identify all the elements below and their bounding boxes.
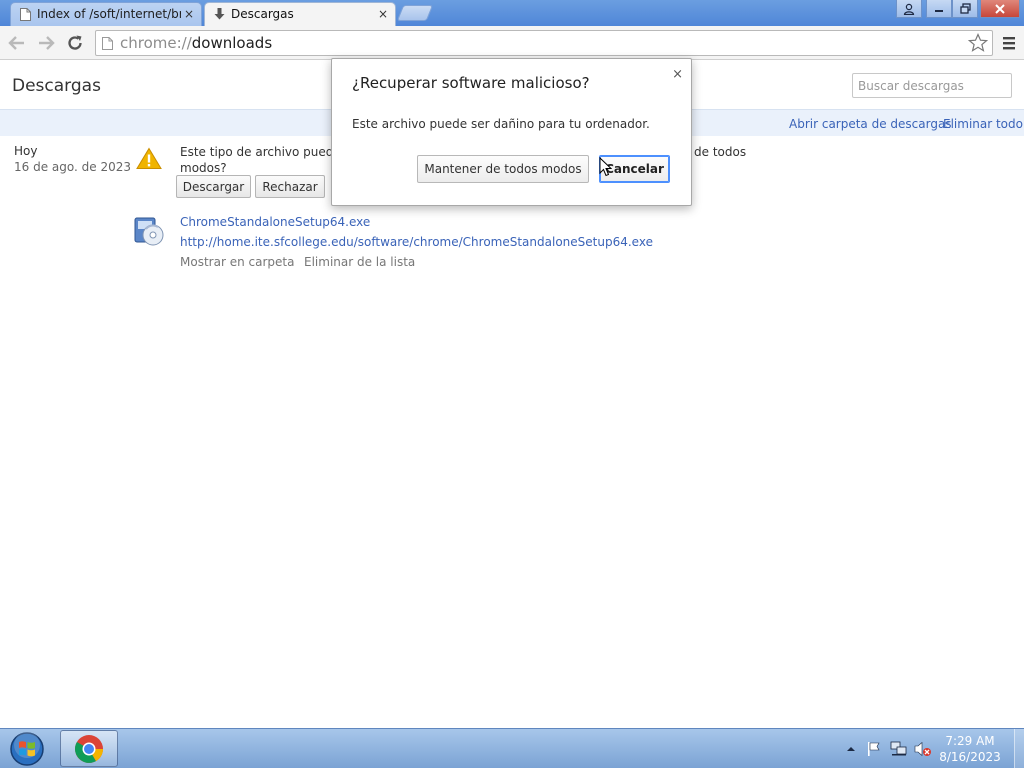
taskbar: 7:29 AM 8/16/2023 bbox=[0, 728, 1024, 768]
back-arrow-icon bbox=[8, 36, 24, 50]
page-title: Descargas bbox=[12, 76, 101, 96]
tab-title: Index of /soft/internet/bro bbox=[37, 7, 181, 21]
keep-anyway-button[interactable]: Mantener de todos modos bbox=[417, 155, 589, 183]
dialog-close-icon[interactable]: × bbox=[672, 67, 683, 82]
minimize-icon bbox=[935, 9, 943, 12]
show-hidden-icons-icon[interactable] bbox=[846, 744, 856, 754]
url-scheme: chrome:// bbox=[120, 34, 192, 52]
forward-button[interactable] bbox=[35, 32, 57, 54]
back-button[interactable] bbox=[6, 32, 28, 54]
download-button[interactable]: Descargar bbox=[176, 175, 251, 198]
clock-time: 7:29 AM bbox=[945, 734, 995, 748]
new-tab-button[interactable] bbox=[396, 5, 434, 21]
date-full: 16 de ago. de 2023 bbox=[14, 160, 131, 174]
reload-button[interactable] bbox=[64, 32, 86, 54]
person-icon bbox=[903, 3, 915, 15]
download-arrow-icon bbox=[214, 8, 225, 20]
warning-text-line2: modos? bbox=[180, 161, 227, 175]
chrome-logo-icon bbox=[75, 735, 103, 763]
reload-icon bbox=[68, 35, 82, 50]
user-button[interactable] bbox=[896, 0, 922, 18]
taskbar-clock[interactable]: 7:29 AM 8/16/2023 bbox=[930, 733, 1010, 765]
network-icon[interactable] bbox=[890, 741, 908, 757]
date-label: Hoy bbox=[14, 144, 38, 158]
dialog-title: ¿Recuperar software malicioso? bbox=[352, 74, 590, 92]
document-icon bbox=[20, 8, 31, 21]
warning-text-tail: de todos bbox=[694, 145, 747, 159]
page-icon bbox=[102, 37, 113, 50]
dialog-message: Este archivo puede ser dañino para tu or… bbox=[352, 117, 650, 131]
bookmark-star-icon[interactable] bbox=[968, 33, 988, 53]
windows-start-icon bbox=[10, 732, 44, 766]
tab-close-icon[interactable]: × bbox=[378, 3, 388, 25]
show-in-folder-link[interactable]: Mostrar en carpeta bbox=[180, 255, 294, 269]
start-button[interactable] bbox=[5, 731, 49, 767]
file-url-link[interactable]: http://home.ite.sfcollege.edu/software/c… bbox=[180, 235, 653, 249]
warning-text: Este tipo de archivo puede d bbox=[180, 145, 353, 159]
tab-strip: Index of /soft/internet/bro × Descargas … bbox=[0, 0, 1024, 26]
clock-date: 8/16/2023 bbox=[939, 750, 1001, 764]
minimize-button[interactable] bbox=[926, 0, 952, 18]
close-icon bbox=[995, 3, 1005, 14]
mouse-cursor-icon bbox=[599, 157, 612, 177]
file-name-link[interactable]: ChromeStandaloneSetup64.exe bbox=[180, 215, 370, 229]
action-center-flag-icon[interactable] bbox=[866, 741, 882, 757]
forward-arrow-icon bbox=[39, 36, 55, 50]
restore-button[interactable] bbox=[952, 0, 978, 18]
window-close-button[interactable] bbox=[980, 0, 1020, 18]
reject-button[interactable]: Rechazar bbox=[255, 175, 325, 198]
browser-toolbar: chrome://downloads bbox=[0, 26, 1024, 60]
search-input[interactable] bbox=[852, 73, 1012, 98]
url-host: downloads bbox=[191, 34, 273, 52]
tab-index-soft[interactable]: Index of /soft/internet/bro × bbox=[10, 2, 202, 26]
open-downloads-folder-link[interactable]: Abrir carpeta de descargas bbox=[789, 117, 952, 131]
menu-icon[interactable] bbox=[1000, 32, 1018, 54]
show-desktop-button[interactable] bbox=[1014, 729, 1024, 768]
warning-icon bbox=[136, 147, 162, 169]
remove-from-list-link[interactable]: Eliminar de la lista bbox=[304, 255, 415, 269]
url-text[interactable]: chrome://downloads bbox=[120, 34, 272, 52]
tab-title: Descargas bbox=[231, 7, 294, 21]
tab-close-icon[interactable]: × bbox=[184, 3, 194, 25]
installer-file-icon bbox=[134, 217, 164, 246]
restore-icon bbox=[959, 3, 971, 14]
address-bar[interactable]: chrome://downloads bbox=[95, 30, 993, 56]
clear-all-link[interactable]: Eliminar todo bbox=[943, 117, 1023, 131]
taskbar-chrome-button[interactable] bbox=[60, 730, 118, 767]
malware-dialog: ¿Recuperar software malicioso? × Este ar… bbox=[331, 58, 692, 206]
tab-descargas[interactable]: Descargas × bbox=[204, 2, 396, 26]
